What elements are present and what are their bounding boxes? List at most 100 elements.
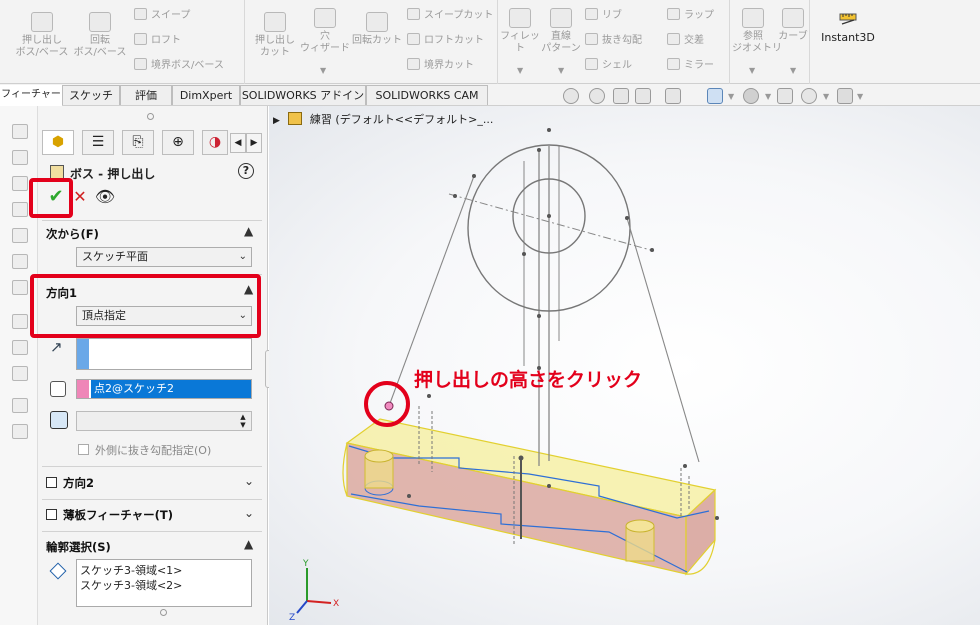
- appearance-dropdown[interactable]: ▼: [823, 92, 829, 101]
- vertex-selection-value[interactable]: 点2@スケッチ2: [91, 380, 251, 398]
- fillet-dropdown[interactable]: ▼: [517, 66, 523, 75]
- loft-cut-button[interactable]: ロフトカット: [407, 33, 484, 49]
- cancel-button[interactable]: ✕: [71, 185, 89, 209]
- feature-tool-icon[interactable]: [12, 366, 28, 381]
- view-settings-icon[interactable]: [837, 88, 853, 104]
- feature-tool-icon[interactable]: [12, 176, 28, 191]
- fillet-button[interactable]: フィレット: [500, 8, 540, 55]
- tab-scroll-right[interactable]: ▶: [246, 133, 262, 153]
- feature-tool-icon[interactable]: [12, 314, 28, 329]
- panel-grip[interactable]: [147, 113, 154, 120]
- tab-dimxpert-manager[interactable]: ⊕: [162, 130, 194, 155]
- display-style-dropdown[interactable]: ▼: [765, 92, 771, 101]
- section-divider: [42, 499, 262, 500]
- feature-tool-icon[interactable]: [12, 254, 28, 269]
- linear-pattern-dropdown[interactable]: ▼: [558, 66, 564, 75]
- from-section-label[interactable]: 次から(F): [46, 226, 99, 242]
- list-item[interactable]: スケッチ3-領域<1>: [80, 563, 251, 578]
- edit-appearance-icon[interactable]: [801, 88, 817, 104]
- revolve-cut-button[interactable]: 回転カット: [352, 12, 402, 47]
- curves-dropdown[interactable]: ▼: [790, 66, 796, 75]
- tab-evaluate[interactable]: 評価: [120, 85, 172, 105]
- tab-display-manager[interactable]: ◑: [202, 130, 228, 155]
- tab-addins[interactable]: SOLIDWORKS アドイン: [240, 85, 366, 105]
- curves-icon: [782, 8, 804, 28]
- intersect-button[interactable]: 交差: [667, 33, 704, 49]
- preview-eye-icon[interactable]: 👁: [94, 185, 116, 209]
- view-settings-dropdown[interactable]: ▼: [857, 92, 863, 101]
- direction-selection-box[interactable]: [76, 338, 252, 370]
- reference-geometry-button[interactable]: 参照 ジオメトリ: [732, 8, 782, 55]
- tab-feature-manager[interactable]: ⬢: [42, 130, 74, 155]
- hide-show-items-icon[interactable]: [777, 88, 793, 104]
- feature-tool-icon[interactable]: [12, 150, 28, 165]
- tab-sketch[interactable]: スケッチ: [62, 85, 120, 105]
- chevron-down-icon[interactable]: ⌄: [244, 474, 254, 488]
- instant3d-button[interactable]: Instant3D: [818, 10, 878, 44]
- tab-property-manager[interactable]: ☰: [82, 130, 114, 155]
- thin-feature-section[interactable]: 薄板フィーチャー(T): [46, 507, 173, 523]
- chevron-up-icon[interactable]: ▲: [244, 537, 253, 551]
- tab-dimxpert[interactable]: DimXpert: [172, 85, 240, 105]
- list-item[interactable]: スケッチ3-領域<2>: [80, 578, 251, 593]
- wrap-button[interactable]: ラップ: [667, 8, 714, 24]
- extrude-boss-button[interactable]: 押し出し ボス/ベース: [14, 12, 70, 59]
- dynamic-annotation-icon[interactable]: [665, 88, 681, 104]
- reverse-direction-icon[interactable]: ↗: [50, 338, 63, 356]
- extrude-cut-button[interactable]: 押し出し カット: [250, 12, 300, 59]
- tab-scroll-left[interactable]: ◀: [230, 133, 246, 153]
- tab-features[interactable]: フィーチャー: [0, 85, 62, 106]
- vertex-icon: [50, 381, 66, 397]
- view-orientation-dropdown[interactable]: ▼: [728, 92, 734, 101]
- linear-pattern-button[interactable]: 直線 パターン: [540, 8, 582, 55]
- boundary-boss-button[interactable]: 境界ボス/ベース: [134, 58, 224, 74]
- direction2-section[interactable]: 方向2: [46, 475, 94, 491]
- sweep-icon: [134, 8, 147, 20]
- coordinate-triad: Y X Z: [289, 559, 339, 623]
- feature-tool-icon[interactable]: [12, 228, 28, 243]
- feature-tool-icon[interactable]: [12, 124, 28, 139]
- from-dropdown[interactable]: スケッチ平面 ⌄: [76, 247, 252, 267]
- spin-down-icon[interactable]: ▼: [236, 421, 250, 429]
- rib-button[interactable]: リブ: [585, 8, 622, 24]
- loft-boss-button[interactable]: ロフト: [134, 33, 181, 49]
- chevron-down-icon[interactable]: ⌄: [244, 506, 254, 520]
- zoom-to-area-icon[interactable]: [589, 88, 605, 104]
- display-style-icon[interactable]: [743, 88, 759, 104]
- sweep-cut-button[interactable]: スイープカット: [407, 8, 493, 24]
- section-view-icon[interactable]: [635, 88, 651, 104]
- feature-tool-icon[interactable]: [12, 398, 28, 413]
- tab-configuration-manager[interactable]: ⎘: [122, 130, 154, 155]
- contour-section-label[interactable]: 輪郭選択(S): [46, 539, 111, 555]
- reference-geometry-dropdown[interactable]: ▼: [749, 66, 755, 75]
- shell-button[interactable]: シェル: [585, 58, 632, 74]
- feature-tool-icon[interactable]: [12, 202, 28, 217]
- sweep-boss-button[interactable]: スイープ: [134, 8, 190, 24]
- view-orientation-icon[interactable]: [707, 88, 723, 104]
- curves-button[interactable]: カーブ: [776, 8, 810, 43]
- feature-tool-icon[interactable]: [12, 424, 28, 439]
- previous-view-icon[interactable]: [613, 88, 629, 104]
- vertex-selection-box[interactable]: 点2@スケッチ2: [76, 379, 252, 399]
- boundary-cut-button[interactable]: 境界カット: [407, 58, 474, 74]
- hole-wizard-button[interactable]: 穴 ウィザード: [300, 8, 350, 55]
- panel-grip[interactable]: [160, 609, 167, 616]
- revolve-boss-button[interactable]: 回転 ボス/ベース: [70, 12, 130, 59]
- draft-button[interactable]: 抜き勾配: [585, 33, 642, 49]
- hole-wizard-icon: [314, 8, 336, 28]
- draft-angle-spinbox[interactable]: ▲ ▼: [76, 411, 252, 431]
- mirror-button[interactable]: ミラー: [667, 58, 714, 74]
- chevron-up-icon[interactable]: ▲: [244, 224, 253, 238]
- intersect-icon: [667, 33, 680, 45]
- draft-outward-checkbox[interactable]: 外側に抜き勾配指定(O): [78, 442, 211, 458]
- tab-cam[interactable]: SOLIDWORKS CAM: [366, 85, 488, 105]
- checkbox-box: [46, 509, 57, 520]
- feature-tool-icon[interactable]: [12, 340, 28, 355]
- help-icon[interactable]: ?: [238, 163, 254, 179]
- zoom-to-fit-icon[interactable]: [563, 88, 579, 104]
- hole-wizard-dropdown[interactable]: ▼: [320, 66, 326, 75]
- draft-toggle-icon[interactable]: [50, 411, 68, 429]
- feature-tool-icon[interactable]: [12, 280, 28, 295]
- contour-list[interactable]: スケッチ3-領域<1> スケッチ3-領域<2>: [76, 559, 252, 607]
- spin-up-icon[interactable]: ▲: [236, 413, 250, 421]
